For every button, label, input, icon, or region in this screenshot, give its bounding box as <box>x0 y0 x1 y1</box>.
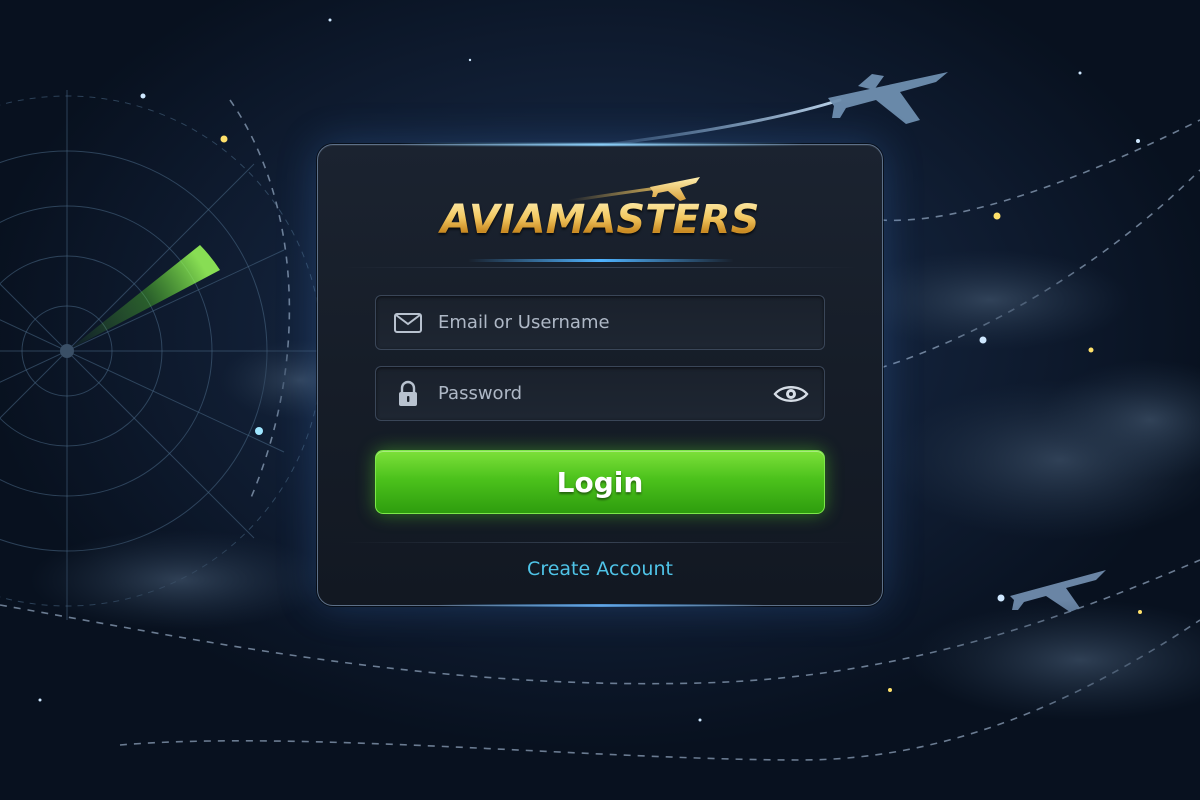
create-account-link[interactable]: Create Account <box>318 558 882 580</box>
panel-top-glow <box>398 143 804 146</box>
login-panel: AVIAMASTERS Email or Username Login Crea… <box>317 143 883 607</box>
eye-icon[interactable] <box>772 380 810 408</box>
password-field[interactable] <box>375 366 825 421</box>
brand-name: AVIAMASTERS <box>318 197 882 243</box>
jet-top-right <box>828 72 948 124</box>
panel-bottom-glow <box>438 604 764 607</box>
login-screen: AVIAMASTERS Email or Username Login Crea… <box>0 0 1200 800</box>
footer-divider <box>342 542 858 543</box>
header-divider <box>342 267 858 268</box>
password-input[interactable] <box>422 366 772 421</box>
padlock-icon <box>394 380 422 408</box>
email-field[interactable] <box>375 295 825 350</box>
envelope-icon <box>394 309 422 337</box>
email-input[interactable] <box>422 295 824 350</box>
brand-underline <box>468 259 734 262</box>
brand-logo: AVIAMASTERS <box>318 167 882 267</box>
login-button[interactable]: Login <box>375 450 825 514</box>
radar-sweep <box>67 245 220 351</box>
